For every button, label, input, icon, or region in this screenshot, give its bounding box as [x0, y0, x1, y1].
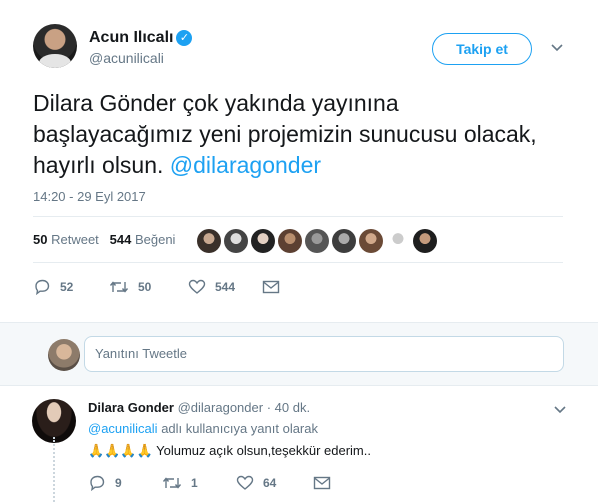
retweet-count[interactable]: 50	[33, 232, 47, 247]
like-label[interactable]: Beğeni	[135, 232, 175, 247]
emoji-hands: 🙏🙏🙏🙏	[88, 444, 153, 459]
chevron-down-icon[interactable]	[550, 40, 564, 54]
divider	[33, 216, 563, 217]
reply-reply-count: 9	[115, 476, 122, 490]
retweet-icon	[162, 477, 182, 489]
main-tweet: Acun Ilıcalı ✓ @acunilicali Takip et Dila…	[0, 0, 598, 322]
verified-icon: ✓	[176, 30, 193, 46]
like-action[interactable]: 544	[188, 278, 235, 296]
reply-time[interactable]: 40 dk.	[275, 400, 310, 415]
tweet-stats: 50 Retweet 544 Beğeni	[33, 232, 175, 247]
follow-button[interactable]: Takip et	[432, 33, 532, 65]
retweet-action-count: 50	[138, 280, 152, 294]
tweet-mention-link[interactable]: @dilaragonder	[170, 152, 321, 178]
author-avatar[interactable]	[33, 24, 77, 68]
reply-action[interactable]: 52	[33, 278, 73, 296]
divider	[33, 262, 563, 263]
replying-mention-link[interactable]: @acunilicali	[88, 421, 158, 436]
avatar[interactable]	[386, 229, 410, 253]
avatar[interactable]	[332, 229, 356, 253]
like-count[interactable]: 544	[110, 232, 132, 247]
message-action[interactable]	[313, 474, 340, 492]
author-name[interactable]: Acun Ilıcalı	[89, 29, 173, 46]
chevron-down-icon[interactable]	[553, 402, 567, 416]
tweet-timestamp[interactable]: 14:20 - 29 Eyl 2017	[33, 189, 146, 204]
avatar[interactable]	[305, 229, 329, 253]
avatar[interactable]	[48, 339, 80, 371]
like-action-count: 544	[215, 280, 236, 294]
author-handle[interactable]: @acunilicali	[89, 50, 164, 66]
thread-line	[53, 437, 55, 502]
author-name-row[interactable]: Acun Ilıcalı ✓	[89, 29, 193, 47]
message-icon	[313, 476, 331, 490]
retweet-label[interactable]: Retweet	[51, 232, 99, 247]
avatar[interactable]	[359, 229, 383, 253]
reply-composer: Yanıtını Tweetle	[0, 322, 598, 386]
avatar[interactable]	[278, 229, 302, 253]
avatar[interactable]	[224, 229, 248, 253]
avatar[interactable]	[197, 229, 221, 253]
replying-suffix: adlı kullanıcıya yanıt olarak	[161, 421, 318, 436]
reply-body: Yolumuz açık olsun,teşekkür ederim..	[156, 443, 371, 458]
tweet-text: Dilara Gönder çok yakında yayınına başla…	[33, 88, 563, 181]
reply-retweet-count: 1	[191, 476, 198, 490]
reply-action[interactable]: 9	[88, 474, 122, 492]
reply-input[interactable]: Yanıtını Tweetle	[84, 336, 564, 372]
reply-icon	[35, 279, 50, 295]
message-action[interactable]	[262, 278, 289, 296]
reply-count: 52	[60, 280, 74, 294]
reply-header: Dilara Gonder @dilaragonder · 40 dk.	[88, 400, 310, 415]
retweet-icon	[109, 281, 129, 293]
retweet-action[interactable]: 1	[162, 474, 198, 492]
reply-author-name[interactable]: Dilara Gonder	[88, 400, 174, 415]
message-icon	[262, 280, 280, 294]
reply-icon	[90, 475, 105, 491]
avatar[interactable]	[413, 229, 437, 253]
reply-text: 🙏🙏🙏🙏 Yolumuz açık olsun,teşekkür ederim.…	[88, 443, 371, 459]
replying-to: @acunilicali adlı kullanıcıya yanıt olar…	[88, 421, 318, 436]
reply-author-handle[interactable]: @dilaragonder	[178, 400, 263, 415]
like-icon	[236, 475, 254, 490]
avatar[interactable]	[251, 229, 275, 253]
reply-tweet[interactable]: Dilara Gonder @dilaragonder · 40 dk. @ac…	[0, 387, 598, 502]
like-icon	[188, 279, 206, 294]
retweet-action[interactable]: 50	[109, 278, 151, 296]
reply-like-count: 64	[263, 476, 277, 490]
separator: ·	[266, 400, 272, 415]
like-action[interactable]: 64	[236, 474, 276, 492]
